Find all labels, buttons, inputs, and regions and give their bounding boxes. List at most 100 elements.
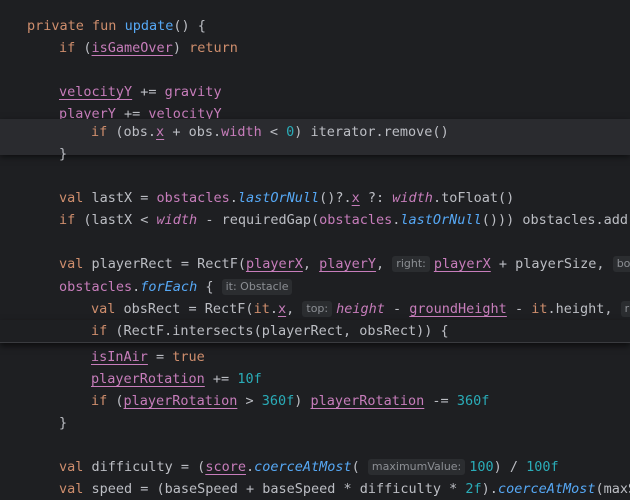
code-text: ?: xyxy=(359,190,393,206)
property-ref: isGameOver xyxy=(91,40,173,56)
code-text: () { xyxy=(173,18,206,34)
code-line: val lastX = obstacles.lastOrNull()?.x ?:… xyxy=(59,187,514,209)
code-text: = xyxy=(147,349,173,365)
code-line: } xyxy=(59,412,67,434)
code-line: if (playerRotation > 360f) playerRotatio… xyxy=(91,393,490,409)
property-ref: height xyxy=(336,301,385,317)
property-ref: obstacles xyxy=(156,190,230,206)
code-line: if (obs.x + obs.width < 0) iterator.remo… xyxy=(91,121,449,143)
code-text: + obs. xyxy=(164,124,222,140)
keyword: return xyxy=(189,40,238,56)
number-literal: 100 xyxy=(469,459,494,475)
property-ref: playerRotation xyxy=(123,393,238,409)
code-text: += xyxy=(132,84,165,100)
code-text: > xyxy=(237,393,262,409)
number-literal: 10f xyxy=(237,371,262,387)
keyword: val xyxy=(59,190,84,206)
code-text: } xyxy=(59,415,68,431)
number-literal: 360f xyxy=(456,393,490,409)
property-ref: width xyxy=(156,212,198,228)
parameter-hint: maximumValue: xyxy=(367,459,466,475)
property-ref: x xyxy=(277,301,287,317)
code-text: . xyxy=(245,459,255,475)
property-ref: width xyxy=(221,124,262,140)
keyword: val xyxy=(91,301,116,317)
parameter-hint: bot xyxy=(612,256,630,272)
code-editor[interactable]: private fun update() { if (isGameOver) r… xyxy=(0,0,630,500)
code-text: - requiredGap( xyxy=(197,212,320,228)
number-literal: 360f xyxy=(261,393,295,409)
code-text: , xyxy=(286,301,303,317)
keyword: val xyxy=(59,256,84,272)
property-ref: isInAir xyxy=(91,349,148,365)
code-text: . xyxy=(269,301,278,317)
parameter-hint: top: xyxy=(302,301,333,317)
property-ref: groundHeight xyxy=(409,301,507,317)
keyword: if xyxy=(59,212,76,228)
code-text: + playerSize, xyxy=(490,256,613,272)
property-ref: playerRotation xyxy=(310,393,425,409)
parameter-hint: right: xyxy=(392,256,430,272)
property-ref: obstacles xyxy=(59,279,133,295)
code-text: (obs. xyxy=(107,124,157,140)
keyword: fun xyxy=(92,18,117,34)
code-text: ) xyxy=(294,393,311,409)
code-text: .height, xyxy=(547,301,621,317)
code-text: difficulty = ( xyxy=(83,459,206,475)
property-ref: playerX xyxy=(245,256,303,272)
code-line: playerRotation += 10f xyxy=(91,368,262,390)
code-text: (lastX < xyxy=(75,212,157,228)
code-text: .toFloat() xyxy=(432,190,515,206)
code-text: ( xyxy=(351,459,360,475)
function-call: forEach xyxy=(140,279,198,295)
code-text: ) / xyxy=(493,459,527,475)
property-ref: width xyxy=(392,190,433,206)
keyword: if xyxy=(91,124,108,140)
code-line: velocityY += gravity xyxy=(59,81,222,103)
number-literal: 2f xyxy=(465,481,482,497)
code-text: -= xyxy=(424,393,457,409)
code-line: val obsRect = RectF(it.x, top: height - g… xyxy=(91,298,630,320)
function-name: update xyxy=(124,18,174,34)
code-line: val speed = (baseSpeed + baseSpeed * dif… xyxy=(59,478,630,500)
code-text: ). xyxy=(481,481,498,497)
code-line: if (isGameOver) return xyxy=(59,40,238,56)
code-text: , xyxy=(302,256,320,272)
code-text: . xyxy=(229,190,238,206)
property-ref: playerX xyxy=(433,256,491,272)
code-line: } xyxy=(59,143,67,165)
code-text: speed = (baseSpeed + baseSpeed * difficu… xyxy=(83,481,466,497)
code-text: ()?. xyxy=(319,190,352,206)
code-line: private fun update() { xyxy=(27,15,206,37)
property-ref: gravity xyxy=(164,84,222,100)
property-ref: x xyxy=(351,190,360,206)
function-call: lastOrNull xyxy=(237,190,320,206)
property-ref: obstacles xyxy=(319,212,393,228)
code-text: ())) obstacles.add(g xyxy=(481,212,630,228)
keyword: if xyxy=(59,40,76,56)
code-text: (RectF.intersects(playerRect, obsRect)) … xyxy=(107,323,449,339)
code-text: += xyxy=(204,371,238,387)
keyword: private xyxy=(27,18,84,34)
code-text: obsRect = RectF( xyxy=(115,301,254,317)
keyword: true xyxy=(172,349,205,365)
code-text: playerRect = RectF( xyxy=(83,256,246,272)
code-text: lastX = xyxy=(83,190,157,206)
code-line: if (RectF.intersects(playerRect, obsRect… xyxy=(91,320,449,342)
property-ref: playerY xyxy=(319,256,377,272)
code-line: obstacles.forEach { it: Obstacle xyxy=(59,276,296,298)
code-text: } xyxy=(59,146,68,162)
keyword: if xyxy=(91,393,108,409)
function-call: lastOrNull xyxy=(400,212,482,228)
code-text: ) iterator.remove() xyxy=(294,124,449,140)
code-text: { xyxy=(197,279,214,295)
code-text: , xyxy=(376,256,393,272)
code-text: - xyxy=(384,301,410,317)
property-ref: x xyxy=(156,124,165,140)
property-ref: velocityY xyxy=(59,84,133,100)
type-hint: it: Obstacle xyxy=(221,279,293,295)
parameter-hint: ri xyxy=(620,301,630,317)
number-literal: 100f xyxy=(526,459,559,475)
property-ref: playerRotation xyxy=(91,371,205,387)
code-text: (maxSp xyxy=(595,481,630,497)
